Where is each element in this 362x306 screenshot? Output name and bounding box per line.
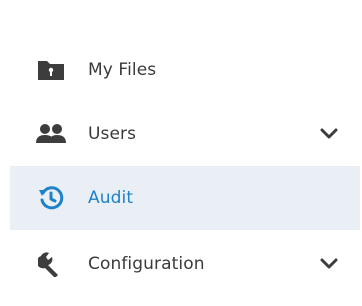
sidebar-item-my-files[interactable]: My Files bbox=[10, 38, 360, 102]
sidebar-item-label: Configuration bbox=[88, 254, 205, 274]
wrench-icon bbox=[36, 249, 66, 279]
users-icon bbox=[36, 119, 66, 149]
sidebar-item-label: Audit bbox=[88, 188, 134, 208]
sidebar-item-label: My Files bbox=[88, 60, 157, 80]
sidebar-item-label: Users bbox=[88, 124, 137, 144]
sidebar-nav: My Files Users Audit Configuration bbox=[0, 0, 362, 306]
chevron-down-icon[interactable] bbox=[318, 253, 340, 275]
folder-lock-icon bbox=[36, 55, 66, 85]
chevron-down-icon[interactable] bbox=[318, 123, 340, 145]
sidebar-item-configuration[interactable]: Configuration bbox=[10, 232, 360, 296]
sidebar-item-users[interactable]: Users bbox=[10, 102, 360, 166]
sidebar-item-audit[interactable]: Audit bbox=[10, 166, 360, 230]
history-icon bbox=[36, 183, 66, 213]
